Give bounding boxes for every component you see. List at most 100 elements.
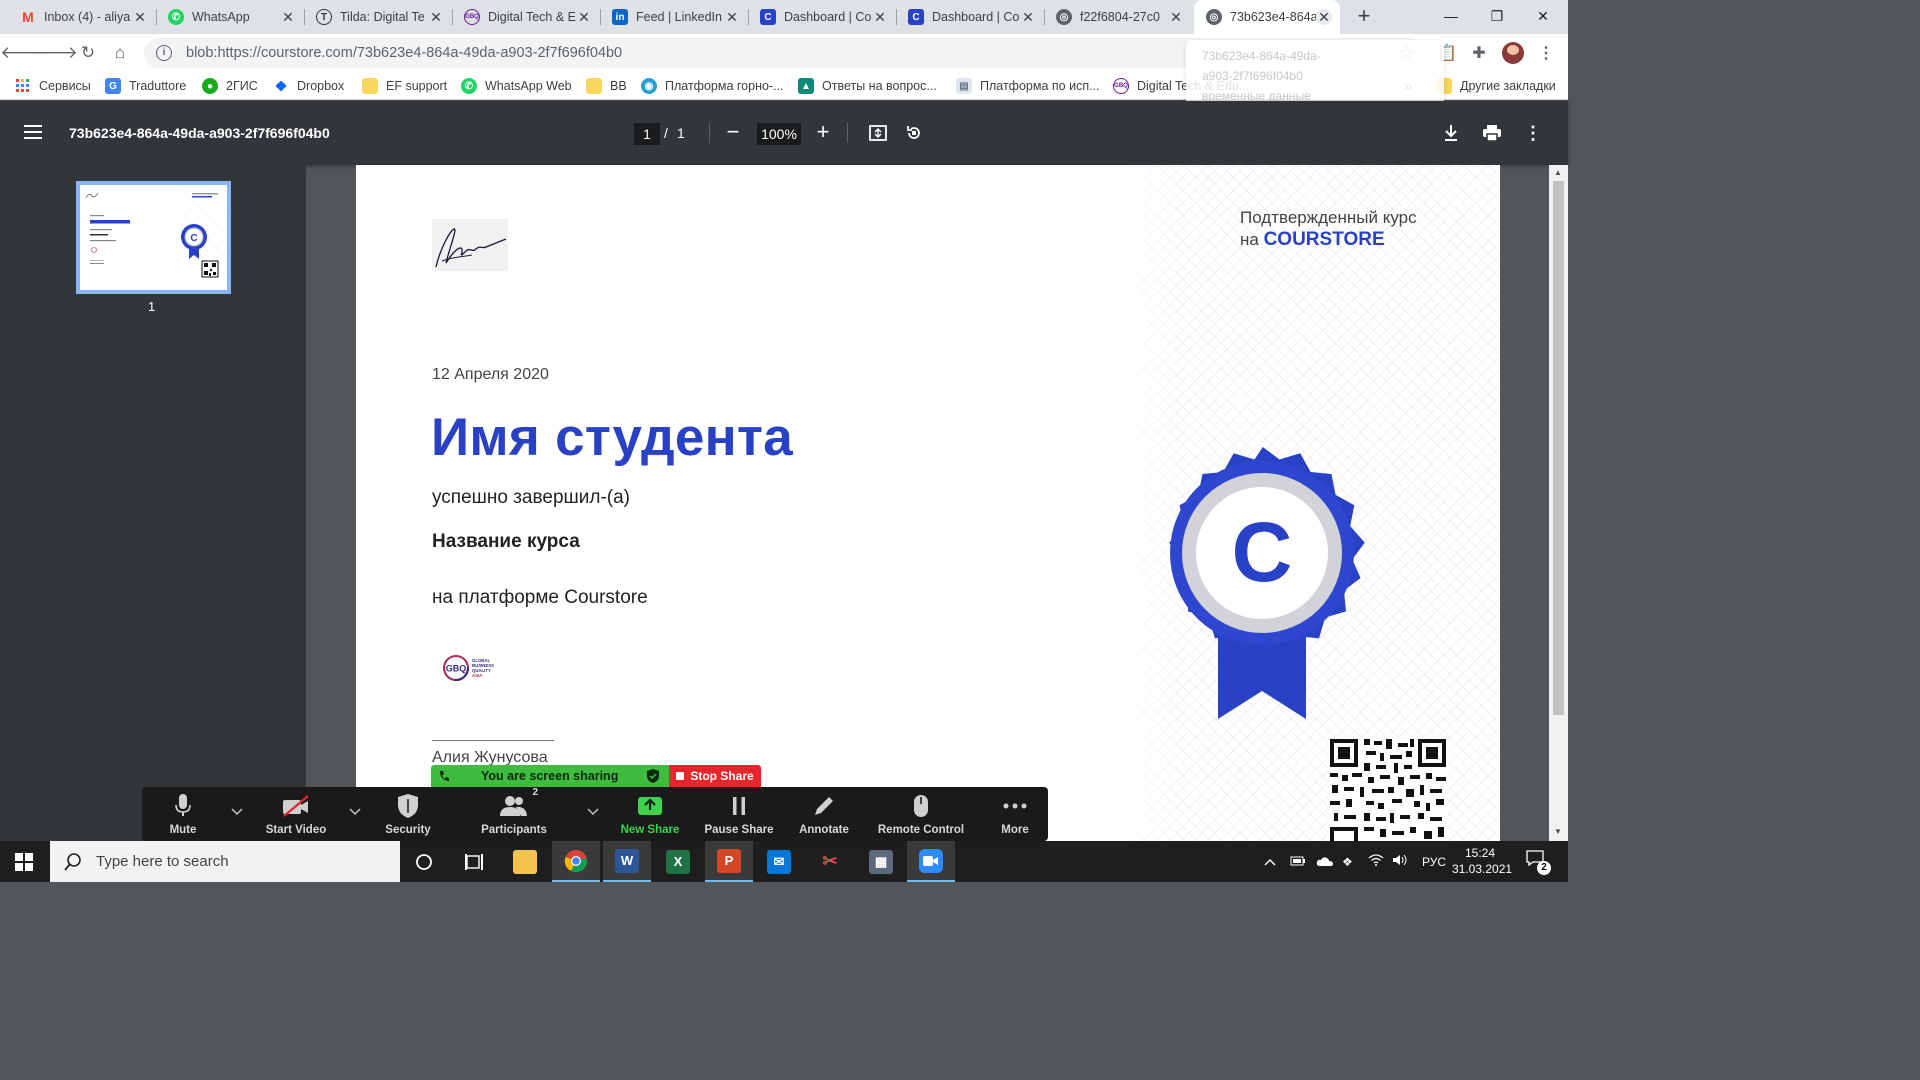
bookmark-answers[interactable]: ▲ Ответы на вопрос...	[798, 76, 937, 96]
remote-control-button[interactable]: Remote Control	[872, 787, 970, 841]
taskbar-zoom[interactable]	[907, 841, 955, 882]
taskbar-file-explorer[interactable]	[501, 841, 549, 882]
start-video-button[interactable]: Start Video	[256, 787, 336, 841]
dropbox-icon: ❖	[274, 77, 288, 94]
bookmark-ef-support[interactable]: EF support	[362, 76, 447, 96]
bookmark-other[interactable]: Другие закладки	[1436, 76, 1556, 96]
scrollbar-thumb[interactable]	[1553, 181, 1564, 715]
chrome-icon	[564, 849, 587, 872]
reload-button[interactable]: ↻	[75, 40, 101, 66]
page-scrollbar[interactable]: ▲ ▼	[1549, 165, 1568, 841]
close-icon[interactable]: ✕	[1316, 9, 1332, 25]
screen-sharing-banner[interactable]: You are screen sharing	[431, 765, 669, 787]
chevron-up-icon[interactable]	[230, 805, 244, 819]
video-off-icon	[282, 793, 310, 819]
more-button[interactable]: More	[992, 787, 1038, 841]
bookmark-traduttore[interactable]: G Traduttore	[105, 76, 186, 96]
restore-button[interactable]: ❐	[1474, 0, 1520, 32]
page-thumbnail[interactable]: C	[76, 181, 231, 294]
cortana-button[interactable]	[400, 841, 448, 882]
close-icon[interactable]: ✕	[280, 9, 296, 25]
browser-menu-icon[interactable]: ⋮	[1535, 42, 1557, 64]
start-button[interactable]	[0, 841, 48, 882]
close-icon[interactable]: ✕	[428, 9, 444, 25]
new-tab-button[interactable]: +	[1352, 5, 1376, 29]
wifi-icon[interactable]	[1368, 854, 1386, 869]
tab-title: Inbox (4) - aliya	[44, 10, 131, 24]
tab-blob-f22[interactable]: ◎ f22f6804-27c0 ✕	[1044, 0, 1192, 34]
scroll-up-icon[interactable]: ▲	[1554, 168, 1562, 177]
battery-icon[interactable]	[1290, 855, 1308, 869]
close-icon[interactable]: ✕	[1020, 9, 1036, 25]
home-button[interactable]: ⌂	[107, 40, 133, 66]
security-button[interactable]: Security	[376, 787, 440, 841]
language-indicator[interactable]: РУС	[1422, 855, 1446, 869]
zoom-in-button[interactable]: +	[812, 121, 834, 145]
tab-dashboard-2[interactable]: C Dashboard | Co ✕	[896, 0, 1045, 34]
close-icon[interactable]: ✕	[872, 9, 888, 25]
tab-tilda[interactable]: T Tilda: Digital Te ✕	[304, 0, 453, 34]
pdf-toolbar: 73b623e4-864a-49da-a903-2f7f696f04b0 1 /…	[0, 101, 1568, 165]
url-text[interactable]: blob:https://courstore.com/73b623e4-864a…	[186, 45, 622, 61]
close-icon[interactable]: ✕	[724, 9, 740, 25]
page-number-input[interactable]: 1	[634, 123, 660, 145]
word-icon: W	[615, 848, 639, 873]
dropbox-tray-icon[interactable]: ❖	[1342, 855, 1360, 869]
tab-whatsapp[interactable]: ✆ WhatsApp ✕	[156, 0, 305, 34]
taskbar-chrome[interactable]	[552, 841, 600, 882]
info-icon[interactable]: i	[156, 45, 172, 61]
zoom-out-button[interactable]: −	[722, 121, 744, 145]
onedrive-icon[interactable]	[1316, 855, 1336, 869]
more-options-icon[interactable]: ⋮	[1522, 122, 1544, 144]
taskbar-word[interactable]: W	[603, 841, 651, 882]
bookmark-whatsapp-web[interactable]: ✆ WhatsApp Web	[461, 76, 572, 96]
bookmark-2gis[interactable]: ● 2ГИС	[202, 76, 258, 96]
translate-icon: G	[105, 78, 121, 94]
certificate-date: 12 Апреля 2020	[432, 366, 549, 383]
linkedin-icon: in	[612, 9, 628, 25]
chevron-up-icon[interactable]	[1264, 855, 1280, 869]
task-view-button[interactable]	[450, 841, 498, 882]
forward-button[interactable]: 🡒	[32, 40, 78, 66]
mute-button[interactable]: Mute	[156, 787, 210, 841]
bookmark-platform-mining[interactable]: ◉ Платформа горно-...	[641, 76, 784, 96]
volume-icon[interactable]	[1392, 854, 1410, 869]
download-icon[interactable]	[1440, 122, 1462, 144]
taskbar-mail[interactable]: ✉	[755, 841, 803, 882]
zoom-level-input[interactable]: 100%	[757, 123, 801, 145]
tab-dashboard-1[interactable]: C Dashboard | Co ✕	[748, 0, 897, 34]
rotate-icon[interactable]	[903, 122, 925, 144]
stop-share-button[interactable]: Stop Share	[669, 765, 761, 787]
fit-page-icon[interactable]	[867, 122, 889, 144]
taskbar-clock[interactable]: 15:24 31.03.2021	[1452, 845, 1512, 877]
taskbar-snip[interactable]: ✂	[806, 841, 854, 882]
close-icon[interactable]: ✕	[132, 9, 148, 25]
tab-gmail[interactable]: M Inbox (4) - aliya ✕	[8, 0, 157, 34]
close-icon[interactable]: ✕	[576, 9, 592, 25]
bookmark-dropbox[interactable]: ❖ Dropbox	[273, 76, 345, 96]
pause-share-button[interactable]: Pause Share	[702, 787, 776, 841]
annotate-button[interactable]: Annotate	[792, 787, 856, 841]
participants-button[interactable]: 2 Participants	[474, 787, 554, 841]
scroll-down-icon[interactable]: ▼	[1554, 827, 1562, 836]
bookmark-bb[interactable]: BB	[586, 76, 627, 96]
print-icon[interactable]	[1481, 122, 1503, 144]
tab-digital-tech[interactable]: GBQ Digital Tech & E ✕	[452, 0, 601, 34]
close-icon[interactable]: ✕	[1168, 9, 1184, 25]
taskbar-search-box[interactable]: Type here to search	[50, 841, 400, 882]
chevron-up-icon[interactable]	[586, 805, 600, 819]
new-share-button[interactable]: New Share	[614, 787, 686, 841]
bookmark-services[interactable]: Сервисы	[15, 76, 91, 96]
taskbar-calculator[interactable]: ▦	[857, 841, 905, 882]
tab-blob-73b-active[interactable]: ◎ 73b623e4-864a ✕	[1194, 0, 1340, 34]
chevron-up-icon[interactable]	[348, 805, 362, 819]
tab-linkedin[interactable]: in Feed | LinkedIn ✕	[600, 0, 749, 34]
close-window-button[interactable]: ✕	[1520, 0, 1566, 32]
taskbar-powerpoint[interactable]: P	[705, 841, 753, 882]
taskbar-excel[interactable]: X	[654, 841, 702, 882]
minimize-button[interactable]: —	[1428, 0, 1474, 32]
menu-icon[interactable]	[24, 125, 44, 141]
profile-avatar[interactable]	[1502, 42, 1524, 64]
bookmark-platform-usage[interactable]: ▤ Платформа по исп...	[956, 76, 1100, 96]
extensions-puzzle-icon[interactable]: ✚	[1468, 42, 1490, 64]
